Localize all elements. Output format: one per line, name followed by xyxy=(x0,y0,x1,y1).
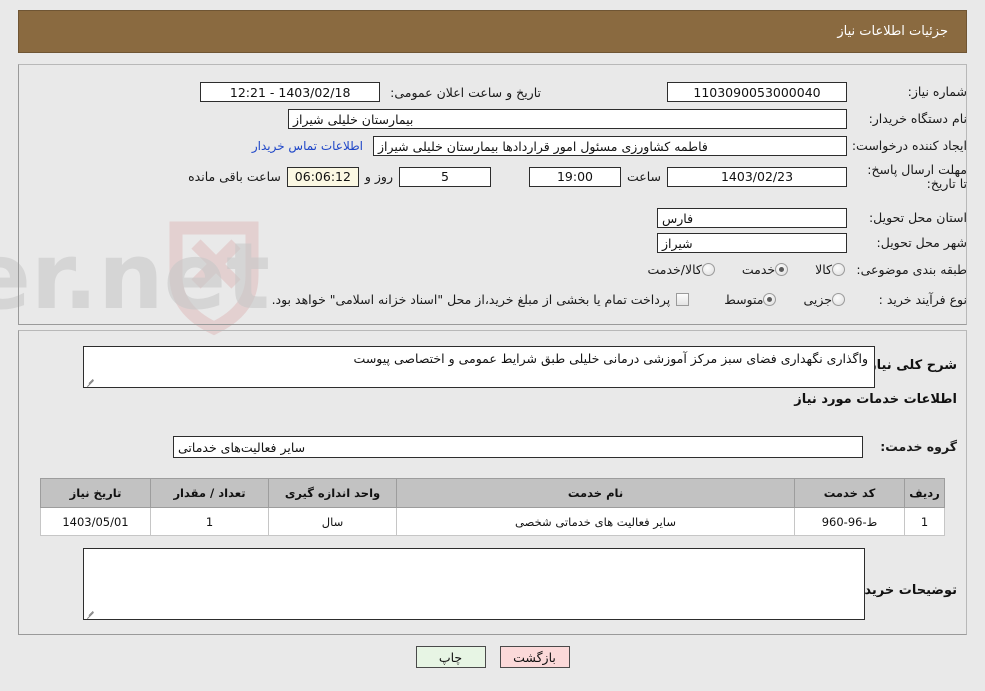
category-option-label: کالا xyxy=(815,262,832,278)
back-button[interactable]: بازگشت xyxy=(499,646,570,668)
row-service-group: گروه خدمت: سایر فعالیت‌های خدماتی xyxy=(173,436,957,458)
process-option-label: متوسط xyxy=(724,292,764,308)
service-group-label: گروه خدمت: xyxy=(880,439,957,455)
process-option-motevaset[interactable]: متوسط xyxy=(719,292,777,308)
process-radio-group[interactable]: جزیی متوسط xyxy=(719,292,845,307)
deadline-label: مهلت ارسال پاسخ: تا تاریخ: xyxy=(867,162,967,191)
category-option-khedmat[interactable]: خدمت xyxy=(737,262,789,278)
resize-grip-icon[interactable] xyxy=(86,376,96,386)
row-category: طبقه بندی موضوعی: کالا خدمت کالا/خدمت xyxy=(642,262,967,278)
service-group-value: سایر فعالیت‌های خدماتی xyxy=(173,436,863,458)
col-row: ردیف xyxy=(904,478,945,508)
radio-icon[interactable] xyxy=(832,263,845,277)
requester-value: فاطمه کشاورزی مسئول امور قراردادها بیمار… xyxy=(373,136,847,156)
page-root: AriaTender.net جزئیات اطلاعات نیاز شماره… xyxy=(0,0,985,691)
category-option-kala[interactable]: کالا xyxy=(810,262,845,277)
col-need-date: تاریخ نیاز xyxy=(40,478,151,508)
category-option-label: کالا/خدمت xyxy=(647,262,702,278)
category-radio-group[interactable]: کالا خدمت کالا/خدمت xyxy=(642,262,845,277)
col-quantity: تعداد / مقدار xyxy=(150,478,269,508)
city-label: شهر محل تحویل: xyxy=(876,235,967,251)
deadline-date-value: 1403/02/23 xyxy=(667,166,847,187)
province-label: استان محل تحویل: xyxy=(868,210,967,226)
description-label: شرح کلی نیاز: xyxy=(863,358,957,373)
announce-datetime-label: تاریخ و ساعت اعلان عمومی: xyxy=(390,84,541,100)
description-value: واگذاری نگهداری فضای سبز مرکز آموزشی درم… xyxy=(353,351,868,366)
cell-row: 1 xyxy=(904,507,945,536)
cell-code: ط-96-960 xyxy=(794,507,905,536)
row-process: نوع فرآیند خرید : جزیی متوسط پرداخت تمام… xyxy=(266,292,967,308)
page-header: جزئیات اطلاعات نیاز xyxy=(18,10,967,53)
col-name: نام خدمت xyxy=(396,478,795,508)
treasury-note: پرداخت تمام یا بخشی از مبلغ خرید،از محل … xyxy=(271,292,671,308)
table-header-row: ردیف کد خدمت نام خدمت واحد اندازه گیری ت… xyxy=(40,478,945,508)
radio-icon[interactable] xyxy=(701,263,715,277)
page-title: جزئیات اطلاعات نیاز xyxy=(837,24,948,39)
process-option-label: جزیی xyxy=(803,292,832,308)
cell-quantity: 1 xyxy=(150,507,269,536)
services-section-title: اطلاعات خدمات مورد نیاز xyxy=(794,392,957,407)
row-need-number: شماره نیاز: 1103090053000040 تاریخ و ساع… xyxy=(200,82,967,102)
buyer-org-label: نام دستگاه خریدار: xyxy=(868,111,967,127)
need-number-label: شماره نیاز: xyxy=(907,84,967,100)
cell-unit: سال xyxy=(268,507,397,536)
row-deadline: مهلت ارسال پاسخ: تا تاریخ: 1403/02/23 سا… xyxy=(182,163,967,191)
process-label: نوع فرآیند خرید : xyxy=(878,292,967,307)
remaining-label: ساعت باقی مانده xyxy=(188,169,281,185)
footer-buttons: بازگشت چاپ xyxy=(0,646,985,668)
announce-datetime-value: 1403/02/18 - 12:21 xyxy=(200,82,381,102)
resize-grip-icon[interactable] xyxy=(86,608,96,618)
row-requester: ایجاد کننده درخواست: فاطمه کشاورزی مسئول… xyxy=(252,136,967,156)
days-remaining-label: روز و xyxy=(364,169,393,185)
print-button[interactable]: چاپ xyxy=(415,646,486,668)
cell-need-date: 1403/05/01 xyxy=(40,507,151,536)
cell-name: سایر فعالیت های خدماتی شخصی xyxy=(396,507,795,536)
buyer-org-value: بیمارستان خلیلی شیراز xyxy=(288,109,847,129)
category-option-label: خدمت xyxy=(741,262,776,278)
col-unit: واحد اندازه گیری xyxy=(268,478,397,508)
table-row: 1 ط-96-960 سایر فعالیت های خدماتی شخصی س… xyxy=(40,507,945,536)
province-value: فارس xyxy=(657,208,847,228)
need-number-value: 1103090053000040 xyxy=(667,82,847,102)
city-value: شیراز xyxy=(657,233,847,253)
deadline-time-value: 19:00 xyxy=(528,166,621,187)
category-option-kala-khedmat[interactable]: کالا/خدمت xyxy=(642,262,715,278)
countdown-value: 06:06:12 xyxy=(286,166,359,187)
row-buyer-org: نام دستگاه خریدار: بیمارستان خلیلی شیراز xyxy=(288,109,967,129)
radio-icon[interactable] xyxy=(775,263,789,277)
radio-icon[interactable] xyxy=(832,293,845,307)
buyer-notes-textarea[interactable] xyxy=(83,548,865,620)
row-city: شهر محل تحویل: شیراز xyxy=(657,233,967,253)
services-table: ردیف کد خدمت نام خدمت واحد اندازه گیری ت… xyxy=(40,478,945,536)
radio-icon[interactable] xyxy=(763,293,777,307)
col-code: کد خدمت xyxy=(794,478,905,508)
days-remaining-value: 5 xyxy=(398,166,491,187)
category-label: طبقه بندی موضوعی: xyxy=(856,262,967,277)
deadline-time-label: ساعت xyxy=(626,169,661,185)
need-info-panel xyxy=(18,64,967,325)
process-option-jozei[interactable]: جزیی xyxy=(798,292,845,307)
description-textarea[interactable]: واگذاری نگهداری فضای سبز مرکز آموزشی درم… xyxy=(83,346,875,388)
row-province: استان محل تحویل: فارس xyxy=(657,208,967,228)
treasury-checkbox[interactable] xyxy=(676,293,690,307)
buyer-contact-link[interactable]: اطلاعات تماس خریدار xyxy=(252,139,363,153)
requester-label: ایجاد کننده درخواست: xyxy=(851,138,967,154)
